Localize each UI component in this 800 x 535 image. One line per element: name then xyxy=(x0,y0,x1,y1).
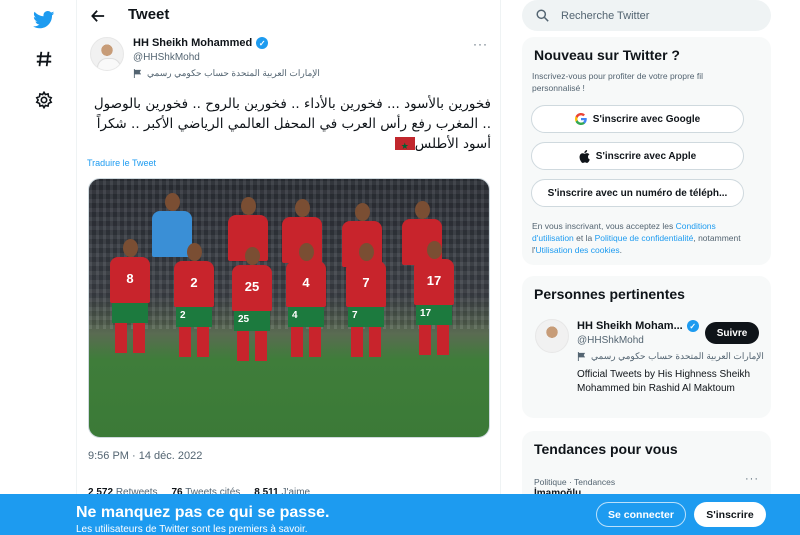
shirt-number: 7 xyxy=(346,261,386,307)
apple-icon xyxy=(579,149,590,163)
tweet-photo[interactable]: 8 22 25 25 44 77 17 17 xyxy=(88,178,490,438)
relevant-government-label: الإمارات العربية المتحدة حساب حكومي رسمي xyxy=(577,351,764,362)
author-handle[interactable]: @HHShkMohd xyxy=(133,52,200,63)
tweet-text-content: فخورين بالأسود ... فخورين بالأداء .. فخو… xyxy=(93,96,491,152)
shirt-number: 17 xyxy=(414,259,454,305)
signup-phone-button[interactable]: S'inscrire avec un numéro de téléph... xyxy=(531,179,744,207)
search-input[interactable] xyxy=(561,9,741,22)
signup-google-label: S'inscrire avec Google xyxy=(592,113,701,125)
google-icon xyxy=(574,113,587,125)
relevant-bio: Official Tweets by His Highness Sheikh M… xyxy=(577,369,751,394)
hashtag-icon[interactable] xyxy=(30,45,58,73)
search-bar[interactable] xyxy=(522,0,771,31)
signup-legal-text: En vous inscrivant, vous acceptez les Co… xyxy=(532,221,741,255)
verified-badge-icon: ✓ xyxy=(686,320,699,332)
trend-category: Politique · Tendances xyxy=(534,477,616,487)
shirt-number: 25 xyxy=(232,265,272,311)
signup-phone-label: S'inscrire avec un numéro de téléph... xyxy=(547,187,728,199)
banner-subtitle: Les utilisateurs de Twitter sont les pre… xyxy=(76,524,308,535)
verified-badge-icon: ✓ xyxy=(256,37,269,49)
relevant-name[interactable]: HH Sheikh Moham... ✓ xyxy=(577,320,699,332)
player-front: 8 xyxy=(107,239,153,353)
relevant-handle[interactable]: @HHShkMohd xyxy=(577,335,644,346)
trends-title: Tendances pour vous xyxy=(534,441,678,457)
signup-apple-button[interactable]: S'inscrire avec Apple xyxy=(531,142,744,170)
back-arrow-icon[interactable] xyxy=(87,5,109,27)
signup-card-subtitle: Inscrivez-vous pour profiter de votre pr… xyxy=(532,71,704,93)
player-front: 44 xyxy=(283,243,329,357)
trend-more-button[interactable]: ··· xyxy=(745,473,759,485)
author-avatar[interactable] xyxy=(90,37,124,71)
gear-icon[interactable] xyxy=(30,86,58,114)
relevant-people-card: Personnes pertinentes HH Sheikh Moham...… xyxy=(522,276,771,418)
signup-banner: Ne manquez pas ce qui se passe. Les util… xyxy=(0,494,800,535)
relevant-avatar[interactable] xyxy=(535,319,569,353)
translate-tweet-link[interactable]: Traduire le Tweet xyxy=(87,158,156,168)
signup-google-button[interactable]: S'inscrire avec Google xyxy=(531,105,744,133)
player-front: 25 25 xyxy=(229,247,275,361)
banner-title: Ne manquez pas ce qui se passe. xyxy=(76,504,330,521)
privacy-link[interactable]: Politique de confidentialité xyxy=(595,233,694,243)
shorts-number: 4 xyxy=(288,307,324,327)
author-name-text: HH Sheikh Mohammed xyxy=(133,37,253,49)
relevant-people-title: Personnes pertinentes xyxy=(534,286,685,302)
follow-button[interactable]: Suivre xyxy=(705,322,759,344)
player-front: 77 xyxy=(343,243,389,357)
signup-card: Nouveau sur Twitter ? Inscrivez-vous pou… xyxy=(522,37,771,265)
cookies-link[interactable]: Utilisation des cookies xyxy=(536,245,620,255)
tweet-text: فخورين بالأسود ... فخورين بالأداء .. فخو… xyxy=(87,94,491,157)
shirt-number: 4 xyxy=(286,261,326,307)
government-label: الإمارات العربية المتحدة حساب حكومي رسمي xyxy=(133,68,320,79)
shorts-number: 2 xyxy=(176,307,212,327)
player-front: 22 xyxy=(171,243,217,357)
author-name[interactable]: HH Sheikh Mohammed ✓ xyxy=(133,37,269,49)
main-column: Tweet HH Sheikh Mohammed ✓ @HHShkMohd ال… xyxy=(76,0,501,535)
shorts-number: 7 xyxy=(348,307,384,327)
signup-apple-label: S'inscrire avec Apple xyxy=(595,150,697,162)
government-label-text: الإمارات العربية المتحدة حساب حكومي رسمي xyxy=(147,68,320,78)
more-options-button[interactable]: ··· xyxy=(473,37,488,51)
relevant-name-text: HH Sheikh Moham... xyxy=(577,320,683,332)
left-nav xyxy=(0,0,76,535)
shorts-number: 17 xyxy=(416,305,452,325)
player-front: 17 17 xyxy=(411,241,457,355)
shorts-number: 25 xyxy=(234,311,270,331)
login-button[interactable]: Se connecter xyxy=(596,502,686,527)
flag-outline-icon xyxy=(133,69,142,78)
shirt-number: 2 xyxy=(174,261,214,307)
shirt-number: 8 xyxy=(110,257,150,303)
flag-outline-icon xyxy=(577,352,586,361)
signup-card-title: Nouveau sur Twitter ? xyxy=(534,47,680,63)
relevant-government-label-text: الإمارات العربية المتحدة حساب حكومي رسمي xyxy=(591,351,764,361)
tweet-timestamp[interactable]: 9:56 PM · 14 déc. 2022 xyxy=(88,450,202,462)
signup-button[interactable]: S'inscrire xyxy=(694,502,766,527)
search-icon xyxy=(536,9,549,22)
page-title: Tweet xyxy=(128,6,170,23)
morocco-flag-icon xyxy=(394,137,415,157)
twitter-logo-icon[interactable] xyxy=(30,6,58,34)
